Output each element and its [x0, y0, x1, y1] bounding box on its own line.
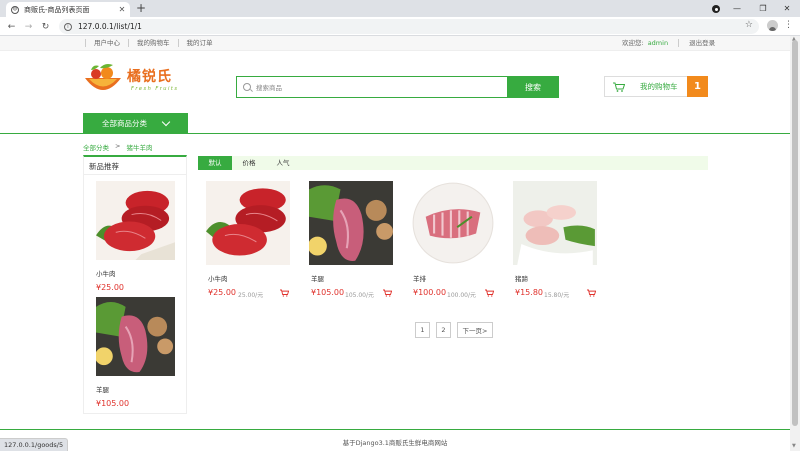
breadcrumb-separator: >: [115, 142, 121, 150]
sidebar-item-name[interactable]: 小牛肉: [96, 268, 175, 278]
username: admin: [647, 39, 669, 47]
scrollbar-thumb[interactable]: [792, 40, 798, 426]
sidebar-item-name[interactable]: 羊腿: [96, 384, 175, 394]
site-logo[interactable]: 橘锐氏 Fresh Fruits: [83, 62, 188, 98]
media-control-icon[interactable]: [712, 5, 720, 13]
sidebar-item-price: ¥105.00: [96, 399, 130, 408]
product-image-pig-trotters[interactable]: [513, 181, 597, 265]
sort-default-tab[interactable]: 默认: [198, 156, 232, 170]
forward-button[interactable]: →: [22, 20, 35, 33]
minimize-button[interactable]: —: [724, 0, 750, 17]
product-image-beef[interactable]: [206, 181, 290, 265]
search-button[interactable]: 搜索: [507, 76, 559, 98]
sidebar-item-price: ¥25.00: [96, 283, 124, 292]
product-unit: 100.00/元: [447, 292, 477, 299]
page-1-button[interactable]: 1: [415, 322, 430, 338]
add-to-cart-icon[interactable]: [485, 289, 494, 297]
restore-button[interactable]: ❐: [750, 0, 776, 17]
info-icon[interactable]: i: [64, 22, 72, 31]
product-name[interactable]: 羊排: [413, 273, 495, 283]
product-price: ¥105.00: [311, 288, 345, 297]
new-tab-button[interactable]: +: [134, 1, 148, 15]
my-orders-link[interactable]: 我的订单: [177, 39, 221, 47]
browser-tab[interactable]: ◍ 商贩氏-商品列表页面 ✕: [6, 2, 130, 17]
welcome-text: 欢迎您:: [622, 39, 644, 47]
page-2-button[interactable]: 2: [436, 322, 451, 338]
new-recommendations: 新品推荐 小牛肉 ¥25.00 羊腿 ¥105.00: [83, 155, 187, 414]
status-bar-url: 127.0.0.1/goods/5: [0, 438, 69, 451]
breadcrumb: 全部分类 > 猪牛羊肉: [83, 142, 152, 152]
chevron-down-icon: [161, 117, 171, 127]
shopping-cart-icon: [613, 82, 625, 92]
search-icon: [243, 83, 251, 91]
globe-icon: ◍: [11, 5, 19, 14]
product-card: 小牛肉 ¥25.00 25.00/元: [206, 181, 290, 300]
logo-subtitle: Fresh Fruits: [131, 86, 179, 92]
cart-button[interactable]: 我的购物车: [604, 76, 688, 97]
product-price: ¥100.00: [413, 288, 447, 297]
footer-divider: [0, 429, 790, 430]
scroll-down-arrow[interactable]: ▼: [792, 443, 796, 449]
add-to-cart-icon[interactable]: [280, 289, 289, 297]
product-card: 猪蹄 ¥15.80 15.80/元: [513, 181, 597, 300]
cart-count-badge: 1: [687, 76, 708, 97]
reload-button[interactable]: ↻: [39, 20, 52, 33]
sidebar-title: 新品推荐: [84, 157, 186, 175]
sort-price-tab[interactable]: 价格: [232, 156, 266, 170]
product-name[interactable]: 小牛肉: [208, 273, 290, 283]
product-unit: 15.80/元: [544, 292, 570, 299]
product-name[interactable]: 羊腿: [311, 273, 393, 283]
fruit-logo-icon: [85, 64, 121, 90]
cart-label: 我的购物车: [640, 82, 678, 91]
page-scrollbar[interactable]: ▲ ▼: [790, 36, 800, 451]
product-image-lamb-leg[interactable]: [95, 297, 175, 376]
close-icon[interactable]: ✕: [116, 5, 128, 14]
breadcrumb-root[interactable]: 全部分类: [83, 142, 109, 152]
product-image-lamb-rack[interactable]: [411, 181, 495, 265]
product-price: ¥15.80: [515, 288, 543, 297]
all-categories-label: 全部商品分类: [102, 119, 147, 128]
product-price: ¥25.00: [208, 288, 236, 297]
browser-menu-icon[interactable]: ⋮: [784, 20, 793, 30]
tab-title: 商贩氏-商品列表页面: [24, 5, 90, 14]
search-placeholder: 搜索商品: [256, 84, 282, 92]
sidebar-item[interactable]: 小牛肉 ¥25.00: [96, 181, 175, 292]
window-close-button[interactable]: ✕: [774, 0, 800, 17]
user-center-link[interactable]: 用户中心: [85, 39, 128, 47]
logout-link[interactable]: 退出登录: [678, 39, 715, 47]
sort-bar: 默认 价格 人气: [198, 156, 708, 170]
address-bar[interactable]: i 127.0.0.1/list/1/1 ☆: [59, 19, 759, 34]
add-to-cart-icon[interactable]: [587, 289, 596, 297]
product-image-lamb-leg[interactable]: [307, 181, 393, 265]
sidebar-item[interactable]: 羊腿 ¥105.00: [95, 297, 175, 408]
back-button[interactable]: ←: [5, 20, 18, 33]
product-name[interactable]: 猪蹄: [515, 273, 597, 283]
url-text: 127.0.0.1/list/1/1: [78, 22, 142, 31]
browser-toolbar: ← → ↻ i 127.0.0.1/list/1/1 ☆ ⋮: [0, 17, 800, 36]
browser-tabstrip: ◍ 商贩氏-商品列表页面 ✕ + — ❐ ✕: [0, 0, 800, 17]
product-card: 羊腿 ¥105.00 105.00/元: [307, 181, 393, 300]
add-to-cart-icon[interactable]: [383, 289, 392, 297]
logo-text: 橘锐氏: [127, 69, 172, 85]
bookmark-star-icon[interactable]: ☆: [745, 20, 753, 30]
site-topbar: 用户中心 我的购物车 我的订单 欢迎您: admin 退出登录: [0, 36, 790, 51]
breadcrumb-current[interactable]: 猪牛羊肉: [126, 142, 152, 152]
product-card: 羊排 ¥100.00 100.00/元: [411, 181, 495, 300]
search-input[interactable]: 搜索商品: [236, 76, 508, 98]
sort-popularity-tab[interactable]: 人气: [266, 156, 300, 170]
account-icon[interactable]: [767, 20, 778, 31]
product-unit: 105.00/元: [345, 292, 375, 299]
pagination: 1 2 下一页>: [415, 322, 499, 338]
product-unit: 25.00/元: [238, 292, 264, 299]
product-image-beef[interactable]: [96, 181, 175, 260]
next-page-button[interactable]: 下一页>: [457, 322, 493, 338]
all-categories-button[interactable]: 全部商品分类: [83, 113, 188, 134]
page: 用户中心 我的购物车 我的订单 欢迎您: admin 退出登录 橘锐氏 Fres…: [0, 36, 790, 451]
my-cart-link[interactable]: 我的购物车: [128, 39, 178, 47]
nav-divider: [0, 133, 790, 134]
footer-text: 基于Django3.1商贩氏生鲜电商网站: [342, 439, 448, 447]
